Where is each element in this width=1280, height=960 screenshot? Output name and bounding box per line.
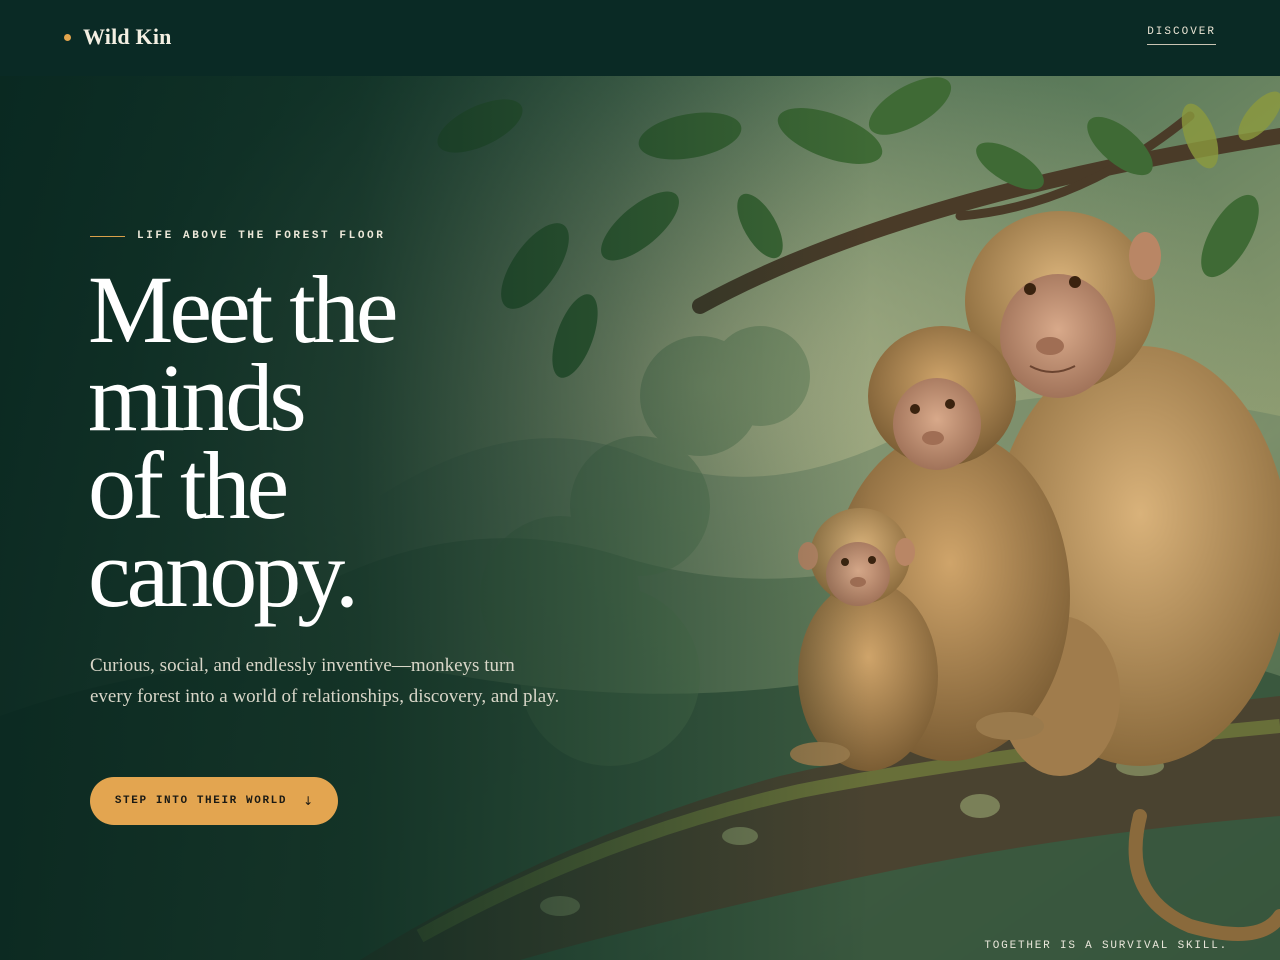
headline-line: canopy. [88,520,359,627]
eyebrow-text: LIFE ABOVE THE FOREST FLOOR [137,230,386,242]
headline-line: minds [88,344,307,451]
nav-discover-link[interactable]: DISCOVER [1147,26,1216,45]
cta-label: STEP INTO THEIR WORLD [114,795,288,807]
hero-lede: Curious, social, and endlessly inventive… [90,655,560,707]
site-header: Wild Kin DISCOVER [0,0,1280,76]
hero-caption: TOGETHER IS A SURVIVAL SKILL. [984,940,1228,952]
brand-name: Wild Kin [83,24,172,49]
landing-page: Wild Kin DISCOVER LIFE ABOVE THE FOREST … [0,0,1280,960]
headline-line: Meet the [88,256,399,363]
hero-section: LIFE ABOVE THE FOREST FLOOR Meet the min… [0,76,1280,960]
headline-line: of the [88,432,289,539]
arrow-down-icon: ↓ [303,794,314,808]
step-into-world-button[interactable]: STEP INTO THEIR WORLD ↓ [90,777,338,825]
brand-dot-icon [64,33,71,41]
brand-logo-link[interactable]: Wild Kin [64,24,172,50]
eyebrow-rule [90,235,125,237]
hero-headline: Meet the minds of the canopy. [88,256,399,627]
hero-eyebrow: LIFE ABOVE THE FOREST FLOOR [90,230,385,242]
